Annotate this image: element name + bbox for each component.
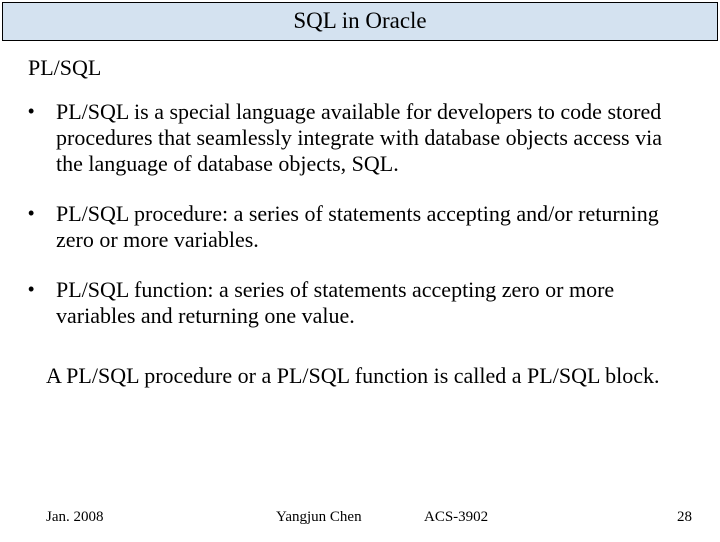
footer-page-number: 28 xyxy=(677,509,692,526)
slide-header: SQL in Oracle xyxy=(2,2,718,41)
footer-author: Yangjun Chen xyxy=(276,509,424,526)
bullet-text: PL/SQL is a special language available f… xyxy=(56,99,692,177)
bullet-list: • PL/SQL is a special language available… xyxy=(28,99,692,329)
bullet-text: PL/SQL procedure: a series of statements… xyxy=(56,201,692,253)
slide-footer: Jan. 2008 Yangjun Chen ACS-3902 28 xyxy=(0,509,720,526)
slide-title: SQL in Oracle xyxy=(293,8,426,33)
bullet-icon: • xyxy=(28,277,56,329)
slide-content: PL/SQL • PL/SQL is a special language av… xyxy=(0,41,720,389)
list-item: • PL/SQL is a special language available… xyxy=(28,99,692,177)
bullet-icon: • xyxy=(28,201,56,253)
closing-text: A PL/SQL procedure or a PL/SQL function … xyxy=(46,363,692,389)
section-title: PL/SQL xyxy=(28,55,692,81)
bullet-icon: • xyxy=(28,99,56,177)
bullet-text: PL/SQL function: a series of statements … xyxy=(56,277,692,329)
list-item: • PL/SQL procedure: a series of statemen… xyxy=(28,201,692,253)
footer-course: ACS-3902 xyxy=(424,509,677,526)
footer-date: Jan. 2008 xyxy=(46,509,276,526)
list-item: • PL/SQL function: a series of statement… xyxy=(28,277,692,329)
